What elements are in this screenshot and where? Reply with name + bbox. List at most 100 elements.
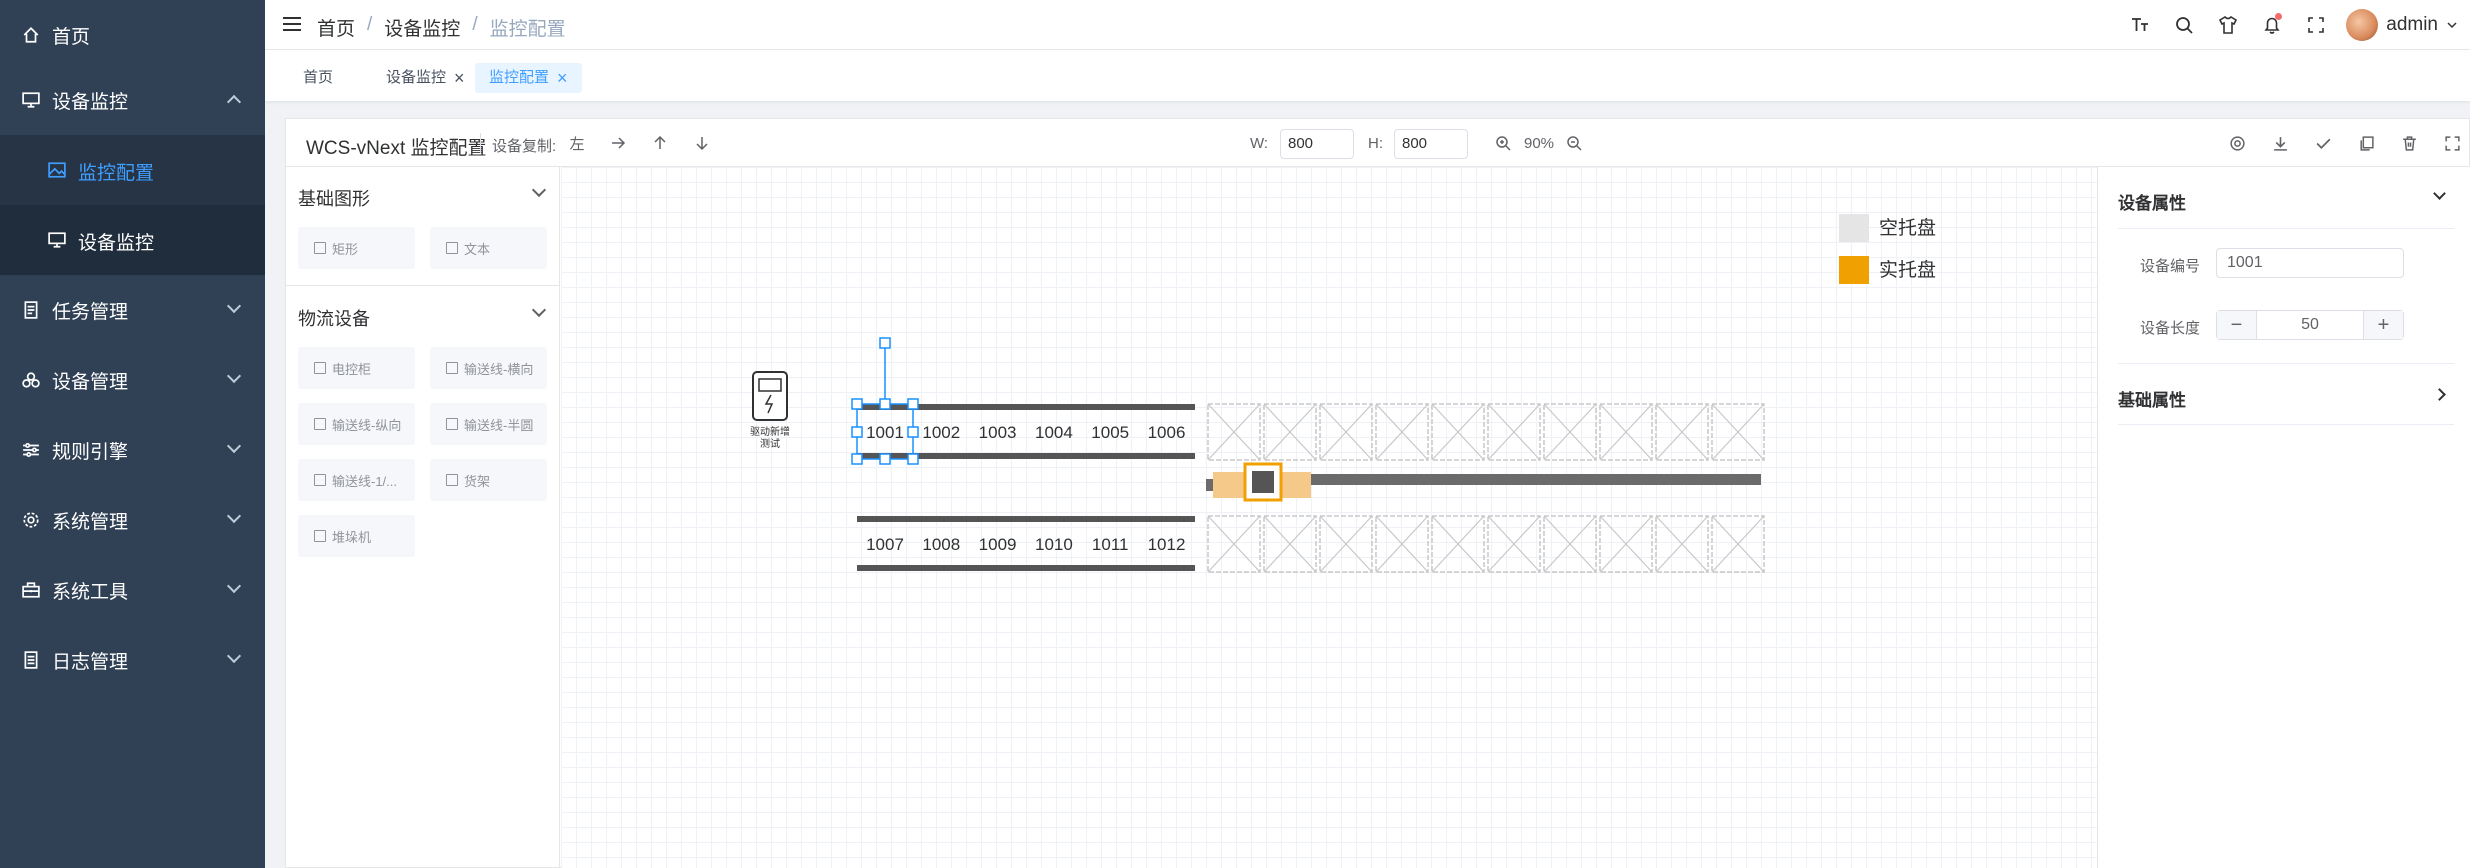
font-size-icon[interactable] xyxy=(2118,0,2162,50)
resize-handle[interactable] xyxy=(907,453,919,465)
conveyor-segment-label[interactable]: 1001 xyxy=(866,423,904,442)
palette-item-shelf[interactable]: 货架 xyxy=(430,459,547,501)
rack-cell[interactable] xyxy=(1263,403,1317,461)
resize-handle[interactable] xyxy=(879,453,891,465)
conveyor-segment-label[interactable]: 1002 xyxy=(922,423,960,442)
resize-handle[interactable] xyxy=(907,426,919,438)
search-icon[interactable] xyxy=(2162,0,2206,50)
palette-item-conveyor-h[interactable]: 输送线-横向 xyxy=(430,347,547,389)
zoom-out-button[interactable] xyxy=(1560,129,1588,157)
sidebar-item-device-monitor[interactable]: 设备监控 xyxy=(0,65,265,135)
palette-section-logistics[interactable]: 物流设备 xyxy=(298,287,548,343)
rack-cell[interactable] xyxy=(1487,515,1541,573)
fullscreen-icon[interactable] xyxy=(2294,0,2338,50)
palette-item-conveyor-semi[interactable]: 输送线-半圆 xyxy=(430,403,547,445)
breadcrumb-home[interactable]: 首页 xyxy=(317,14,355,41)
palette-section-basic[interactable]: 基础图形 xyxy=(298,167,548,223)
palette-item-conveyor-v[interactable]: 输送线-纵向 xyxy=(298,403,415,445)
sidebar-item-log-management[interactable]: 日志管理 xyxy=(0,625,265,695)
rack-cell[interactable] xyxy=(1431,515,1485,573)
rack-cell[interactable] xyxy=(1599,403,1653,461)
device-code-input[interactable]: 1001 xyxy=(2216,248,2404,278)
rack-cell[interactable] xyxy=(1711,515,1765,573)
rack-cell[interactable] xyxy=(1375,403,1429,461)
tag-home[interactable]: 首页 xyxy=(289,63,347,93)
copy-right-button[interactable] xyxy=(604,129,632,157)
sidebar-subitem-monitor-config[interactable]: 监控配置 xyxy=(0,135,265,205)
conveyor-segment-label[interactable]: 1008 xyxy=(922,535,960,554)
sidebar-item-system-management[interactable]: 系统管理 xyxy=(0,485,265,555)
rack-cell[interactable] xyxy=(1655,403,1709,461)
fullscreen-button[interactable] xyxy=(2438,129,2466,157)
save-button[interactable] xyxy=(2309,129,2337,157)
rack-cell[interactable] xyxy=(1543,515,1597,573)
palette-item-rect[interactable]: 矩形 xyxy=(298,227,415,269)
bell-icon[interactable] xyxy=(2250,0,2294,50)
selection-handles[interactable] xyxy=(851,337,919,465)
rack-cell[interactable] xyxy=(1431,403,1485,461)
props-section-device[interactable]: 设备属性 xyxy=(2118,167,2454,229)
tag-device-monitor[interactable]: 设备监控 × xyxy=(372,63,479,93)
copy-button[interactable] xyxy=(2352,129,2380,157)
device-length-stepper[interactable]: − 50 + xyxy=(2216,310,2404,340)
breadcrumb-device-monitor[interactable]: 设备监控 xyxy=(384,14,460,41)
conveyor-segment-label[interactable]: 1003 xyxy=(979,423,1017,442)
rack-cell[interactable] xyxy=(1487,403,1541,461)
stacker[interactable] xyxy=(1206,462,1761,502)
rack-bottom[interactable] xyxy=(1207,515,1765,573)
rack-top[interactable] xyxy=(1207,403,1765,461)
copy-up-button[interactable] xyxy=(646,129,674,157)
shirt-icon[interactable] xyxy=(2206,0,2250,50)
resize-handle[interactable] xyxy=(879,398,891,410)
rack-cell[interactable] xyxy=(1207,515,1261,573)
palette-item-conveyor-quarter[interactable]: 输送线-1/... xyxy=(298,459,415,501)
sidebar-item-system-tools[interactable]: 系统工具 xyxy=(0,555,265,625)
rack-cell[interactable] xyxy=(1319,403,1373,461)
zoom-in-button[interactable] xyxy=(1489,129,1517,157)
delete-button[interactable] xyxy=(2395,129,2423,157)
resize-handle[interactable] xyxy=(851,453,863,465)
sidebar-item-task-management[interactable]: 任务管理 xyxy=(0,275,265,345)
conveyor-bottom[interactable]: 1007 1008 1009 1010 1011 1012 xyxy=(857,516,1195,571)
rack-cell[interactable] xyxy=(1599,515,1653,573)
conveyor-segment-label[interactable]: 1012 xyxy=(1148,535,1186,554)
close-icon[interactable]: × xyxy=(557,69,568,87)
rack-cell[interactable] xyxy=(1711,403,1765,461)
rack-cell[interactable] xyxy=(1263,515,1317,573)
increment-button[interactable]: + xyxy=(2363,311,2403,339)
rack-cell[interactable] xyxy=(1319,515,1373,573)
resize-handle[interactable] xyxy=(907,398,919,410)
sidebar-subitem-device-monitor[interactable]: 设备监控 xyxy=(0,205,265,275)
sidebar-item-device-management[interactable]: 设备管理 xyxy=(0,345,265,415)
width-input[interactable]: 800 xyxy=(1280,129,1354,159)
user-menu[interactable]: admin xyxy=(2338,9,2470,41)
copy-down-button[interactable] xyxy=(688,129,716,157)
copy-left-button[interactable]: 左 xyxy=(563,129,591,157)
palette-item-cabinet[interactable]: 电控柜 xyxy=(298,347,415,389)
decrement-button[interactable]: − xyxy=(2217,311,2257,339)
height-input[interactable]: 800 xyxy=(1394,129,1468,159)
rotate-handle[interactable] xyxy=(879,337,891,349)
close-icon[interactable]: × xyxy=(454,69,465,87)
preview-button[interactable] xyxy=(2223,129,2251,157)
design-canvas[interactable]: 空托盘 实托盘 驱动新增 测试 1001 1002 1003 1004 1005 1006 xyxy=(561,167,2097,868)
conveyor-segment-label[interactable]: 1004 xyxy=(1035,423,1073,442)
conveyor-segment-label[interactable]: 1009 xyxy=(979,535,1017,554)
rack-cell[interactable] xyxy=(1207,403,1261,461)
conveyor-segment-label[interactable]: 1005 xyxy=(1091,423,1129,442)
sidebar-item-home[interactable]: 首页 xyxy=(0,0,265,70)
conveyor-segment-label[interactable]: 1010 xyxy=(1035,535,1073,554)
sidebar-item-rule-engine[interactable]: 规则引擎 xyxy=(0,415,265,485)
palette-item-stacker[interactable]: 堆垛机 xyxy=(298,515,415,557)
stepper-value[interactable]: 50 xyxy=(2257,311,2363,339)
resize-handle[interactable] xyxy=(851,398,863,410)
electric-cabinet[interactable]: 驱动新增 测试 xyxy=(750,371,790,450)
rack-cell[interactable] xyxy=(1655,515,1709,573)
conveyor-segment-label[interactable]: 1006 xyxy=(1148,423,1186,442)
props-section-basic[interactable]: 基础属性 xyxy=(2118,363,2454,425)
resize-handle[interactable] xyxy=(851,426,863,438)
conveyor-segment-label[interactable]: 1011 xyxy=(1092,535,1129,554)
conveyor-segment-label[interactable]: 1007 xyxy=(866,535,904,554)
tag-monitor-config[interactable]: 监控配置 × xyxy=(475,63,582,93)
rack-cell[interactable] xyxy=(1543,403,1597,461)
